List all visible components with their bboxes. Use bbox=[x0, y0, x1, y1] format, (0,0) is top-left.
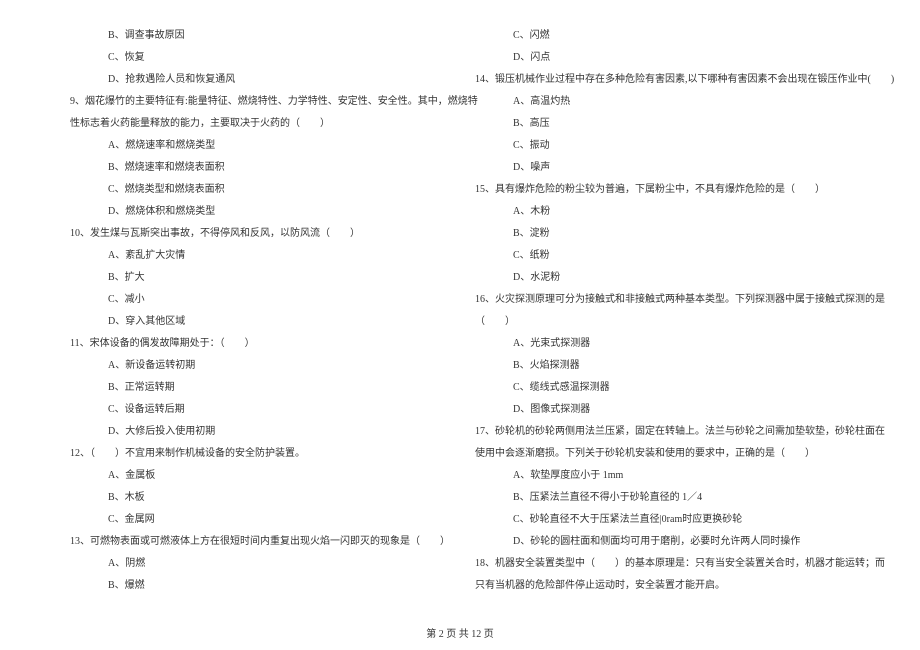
question-text: 12、（ ）不宜用来制作机械设备的安全防护装置。 bbox=[70, 443, 445, 465]
option-text: B、压紧法兰直径不得小于砂轮直径的 1／4 bbox=[475, 487, 850, 509]
right-column: C、闪燃D、闪点14、锻压机械作业过程中存在多种危险有害因素,以下哪种有害因素不… bbox=[460, 25, 860, 590]
option-text: D、砂轮的圆柱面和侧面均可用于磨削，必要时允许两人同时操作 bbox=[475, 531, 850, 553]
option-text: B、爆燃 bbox=[70, 575, 445, 597]
option-text: A、木粉 bbox=[475, 201, 850, 223]
option-text: B、淀粉 bbox=[475, 223, 850, 245]
question-text: 16、火灾探测原理可分为接触式和非接触式两种基本类型。下列探测器中属于接触式探测… bbox=[475, 289, 850, 311]
option-text: B、调查事故原因 bbox=[70, 25, 445, 47]
option-text: C、设备运转后期 bbox=[70, 399, 445, 421]
option-text: D、水泥粉 bbox=[475, 267, 850, 289]
option-text: A、紊乱扩大灾情 bbox=[70, 245, 445, 267]
option-text: A、阴燃 bbox=[70, 553, 445, 575]
option-text: D、噪声 bbox=[475, 157, 850, 179]
option-text: B、正常运转期 bbox=[70, 377, 445, 399]
question-text: 性标志着火药能量释放的能力，主要取决于火药的（ ） bbox=[70, 113, 445, 135]
option-text: C、纸粉 bbox=[475, 245, 850, 267]
option-text: C、闪燃 bbox=[475, 25, 850, 47]
page-footer: 第 2 页 共 12 页 bbox=[0, 625, 920, 640]
question-text: 11、宋体设备的偶发故障期处于：（ ） bbox=[70, 333, 445, 355]
option-text: C、砂轮直径不大于压紧法兰直径|0ram时应更换砂轮 bbox=[475, 509, 850, 531]
option-text: D、图像式探测器 bbox=[475, 399, 850, 421]
option-text: D、穿入其他区域 bbox=[70, 311, 445, 333]
question-text: 9、烟花爆竹的主要特征有:能量特征、燃烧特性、力学特性、安定性、安全性。其中，燃… bbox=[70, 91, 445, 113]
question-text: （ ） bbox=[475, 311, 850, 333]
option-text: B、燃烧速率和燃烧表面积 bbox=[70, 157, 445, 179]
option-text: B、高压 bbox=[475, 113, 850, 135]
question-text: 14、锻压机械作业过程中存在多种危险有害因素,以下哪种有害因素不会出现在锻压作业… bbox=[475, 69, 850, 91]
option-text: C、缆线式感温探测器 bbox=[475, 377, 850, 399]
option-text: D、大修后投入使用初期 bbox=[70, 421, 445, 443]
question-text: 18、机器安全装置类型中（ ）的基本原理是：只有当安全装置关合时，机器才能运转；… bbox=[475, 553, 850, 575]
option-text: A、金属板 bbox=[70, 465, 445, 487]
left-column: B、调查事故原因C、恢复D、抢救遇险人员和恢复通风9、烟花爆竹的主要特征有:能量… bbox=[60, 25, 460, 590]
question-text: 10、发生煤与瓦斯突出事故，不得停风和反风，以防风流（ ） bbox=[70, 223, 445, 245]
option-text: B、木板 bbox=[70, 487, 445, 509]
option-text: C、振动 bbox=[475, 135, 850, 157]
option-text: D、闪点 bbox=[475, 47, 850, 69]
option-text: A、新设备运转初期 bbox=[70, 355, 445, 377]
question-text: 13、可燃物表面或可燃液体上方在很短时间内重复出现火焰一闪即灭的现象是（ ） bbox=[70, 531, 445, 553]
question-text: 使用中会逐渐磨损。下列关于砂轮机安装和使用的要求中，正确的是（ ） bbox=[475, 443, 850, 465]
option-text: C、恢复 bbox=[70, 47, 445, 69]
question-text: 15、具有爆炸危险的粉尘较为普遍，下属粉尘中，不具有爆炸危险的是（ ） bbox=[475, 179, 850, 201]
option-text: A、燃烧速率和燃烧类型 bbox=[70, 135, 445, 157]
option-text: D、燃烧体积和燃烧类型 bbox=[70, 201, 445, 223]
option-text: B、火焰探测器 bbox=[475, 355, 850, 377]
option-text: C、减小 bbox=[70, 289, 445, 311]
option-text: B、扩大 bbox=[70, 267, 445, 289]
option-text: A、高温灼热 bbox=[475, 91, 850, 113]
question-text: 只有当机器的危险部件停止运动时，安全装置才能开启。 bbox=[475, 575, 850, 597]
option-text: A、光束式探测器 bbox=[475, 333, 850, 355]
option-text: C、燃烧类型和燃烧表面积 bbox=[70, 179, 445, 201]
option-text: C、金属网 bbox=[70, 509, 445, 531]
question-text: 17、砂轮机的砂轮两侧用法兰压紧，固定在转轴上。法兰与砂轮之间需加垫软垫，砂轮柱… bbox=[475, 421, 850, 443]
option-text: D、抢救遇险人员和恢复通风 bbox=[70, 69, 445, 91]
option-text: A、软垫厚度应小于 1mm bbox=[475, 465, 850, 487]
